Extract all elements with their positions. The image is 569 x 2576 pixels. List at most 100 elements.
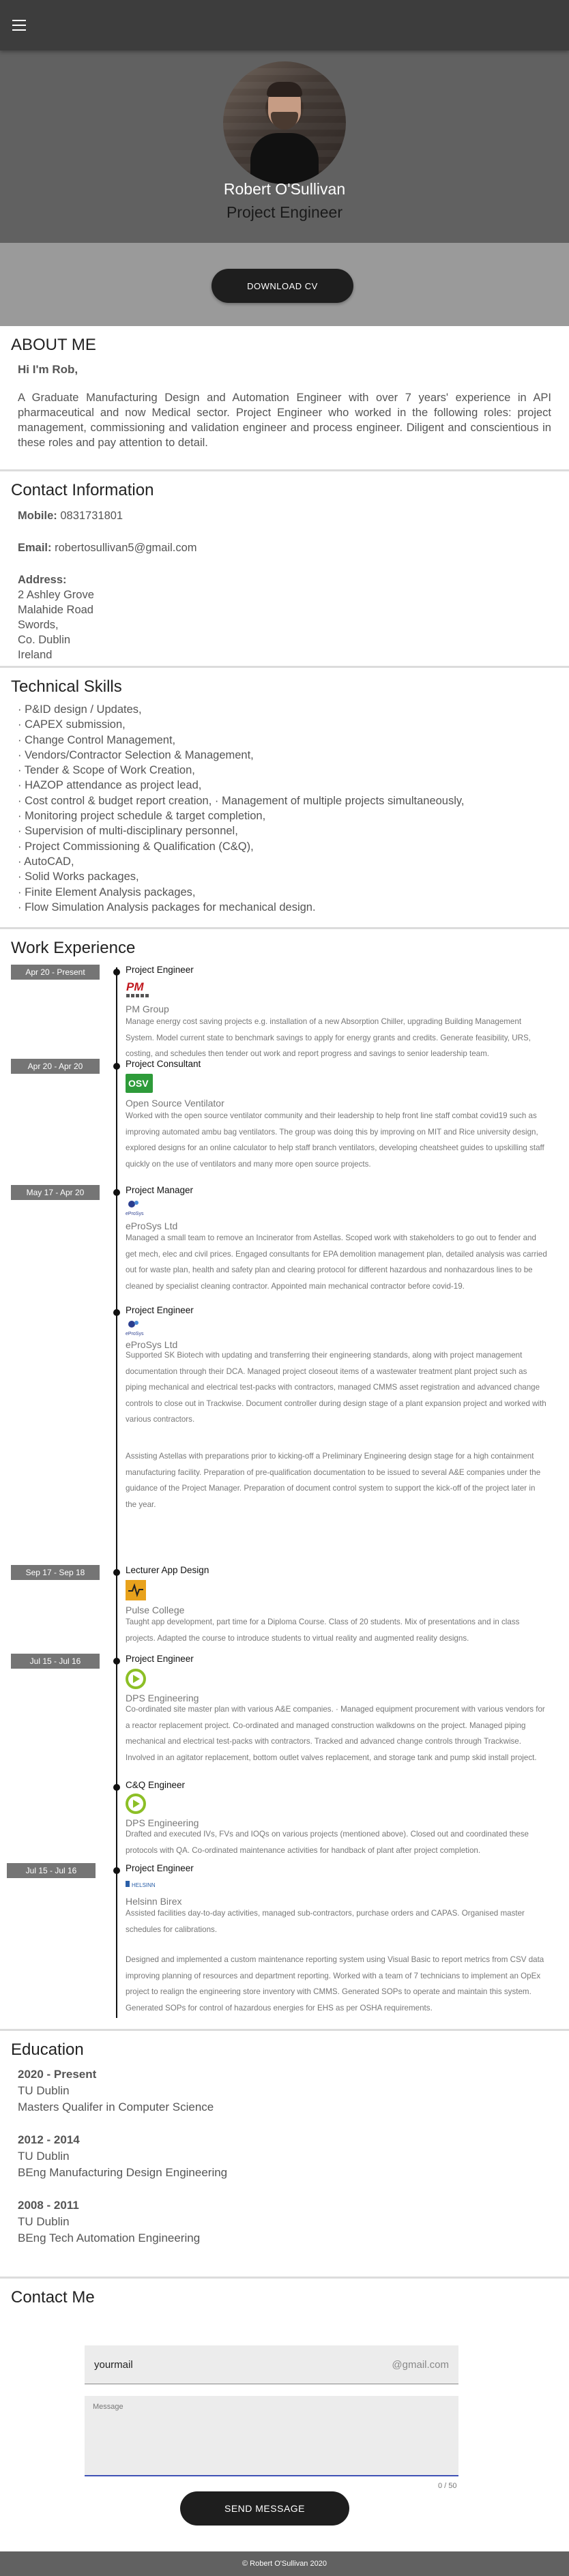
education-item: 2012 - 2014 TU Dublin BEng Manufacturing…: [18, 2132, 558, 2181]
skill-item: · AutoCAD,: [18, 855, 74, 868]
osv-logo: OSV: [126, 1074, 153, 1096]
profile-hero: Robert O'Sullivan Project Engineer: [0, 50, 569, 243]
skill-item: · Project Commissioning & Qualification …: [18, 840, 254, 853]
job-description: Managed a small team to remove an Incine…: [126, 1233, 547, 1291]
email-value[interactable]: robertosullivan5@gmail.com: [55, 542, 196, 554]
skill-item: · Finite Element Analysis packages,: [18, 886, 196, 898]
skill-item: · CAPEX submission,: [18, 718, 126, 731]
about-greeting: Hi I'm Rob,: [18, 363, 78, 376]
svg-text:eProSys: eProSys: [126, 1332, 144, 1336]
education-item: 2008 - 2011 TU Dublin BEng Tech Automati…: [18, 2197, 558, 2246]
contact-me-section: Contact Me: [0, 2279, 569, 2307]
profile-name: Robert O'Sullivan: [223, 180, 346, 198]
email-suffix: @gmail.com: [392, 2359, 449, 2371]
date-badge: Jul 15 - Jul 16: [11, 1654, 100, 1669]
footer: © Robert O'Sullivan 2020: [0, 2551, 569, 2576]
contact-info-heading: Contact Information: [11, 481, 154, 499]
pm-group-logo: PM: [126, 980, 153, 1004]
date-badge: Apr 20 - Apr 20: [11, 1059, 100, 1074]
education-section: Education 2020 - Present TU Dublin Maste…: [0, 2031, 569, 2277]
date-badge: Apr 20 - Present: [11, 965, 100, 980]
education-school: TU Dublin: [18, 2084, 70, 2097]
job-description: Designed and implemented a custom mainte…: [126, 1955, 544, 2012]
eprosys-logo: eProSys: [126, 1199, 150, 1223]
contact-info-section: Contact Information Mobile: 0831731801 E…: [0, 471, 569, 666]
mobile-label: Mobile:: [18, 510, 57, 522]
hamburger-menu-icon[interactable]: [12, 20, 26, 31]
email-label: Email:: [18, 542, 52, 554]
skill-item: · Flow Simulation Analysis packages for …: [18, 901, 316, 913]
job-description: Assisted facilities day-to-day activitie…: [126, 1909, 525, 1934]
skills-list: · P&ID design / Updates, · CAPEX submiss…: [18, 702, 551, 915]
skill-item: · P&ID design / Updates,: [18, 703, 142, 716]
timeline-dot: [113, 1309, 120, 1316]
send-message-button[interactable]: SEND MESSAGE: [180, 2491, 349, 2526]
education-heading: Education: [11, 2040, 84, 2059]
education-school: TU Dublin: [18, 2150, 70, 2163]
email-input-value[interactable]: yourmail: [94, 2359, 133, 2371]
message-textarea[interactable]: Message: [85, 2396, 458, 2476]
timeline-dot: [113, 1569, 120, 1576]
job-description: Drafted and executed IVs, FVs and IOQs o…: [126, 1830, 529, 1855]
address-block: 2 Ashley Grove Malahide Road Swords, Co.…: [18, 587, 551, 662]
job-title: Project Engineer: [126, 1863, 194, 1873]
company-name: Open Source Ventilator: [126, 1098, 224, 1109]
skill-item: · Supervision of multi-disciplinary pers…: [18, 825, 238, 838]
timeline-dot: [113, 969, 120, 976]
timeline-line: [116, 967, 117, 2018]
address-line: Co. Dublin: [18, 634, 71, 646]
mobile-row: Mobile: 0831731801: [18, 508, 551, 523]
date-badge: Jul 15 - Jul 16: [7, 1863, 96, 1878]
job-title: Project Consultant: [126, 1059, 201, 1069]
education-course: BEng Manufacturing Design Engineering: [18, 2166, 228, 2179]
education-years: 2020 - Present: [18, 2068, 97, 2081]
education-years: 2012 - 2014: [18, 2133, 80, 2146]
dps-logo: [126, 1669, 146, 1693]
job-title: Project Engineer: [126, 1305, 194, 1315]
job-description: Supported SK Biotech with updating and t…: [126, 1351, 546, 1424]
about-section: ABOUT ME Hi I'm Rob, A Graduate Manufact…: [0, 326, 569, 469]
about-heading: ABOUT ME: [11, 336, 96, 354]
skill-item: · Monitoring project schedule & target c…: [18, 810, 266, 823]
work-heading: Work Experience: [11, 939, 136, 957]
skills-section: Technical Skills · P&ID design / Updates…: [0, 668, 569, 927]
education-years: 2008 - 2011: [18, 2199, 79, 2212]
job-description: Manage energy cost saving projects e.g. …: [126, 1017, 531, 1058]
skill-item: · HAZOP attendance as project lead,: [18, 779, 202, 792]
timeline-dot: [113, 1867, 120, 1874]
svg-text:eProSys: eProSys: [126, 1212, 144, 1216]
address-line: 2 Ashley Grove: [18, 589, 94, 601]
download-cv-button[interactable]: DOWNLOAD CV: [211, 269, 353, 303]
mobile-value[interactable]: 0831731801: [60, 510, 123, 522]
job-title: Project Engineer: [126, 1654, 194, 1664]
helsinn-logo: HELSINN: [126, 1879, 166, 1892]
job-title: Project Manager: [126, 1185, 194, 1195]
email-row: Email: robertosullivan5@gmail.com: [18, 540, 551, 555]
address-line: Malahide Road: [18, 604, 93, 616]
job-description: Taught app development, part time for a …: [126, 1618, 520, 1643]
pulse-college-logo: [126, 1580, 146, 1604]
job-title: Lecturer App Design: [126, 1565, 209, 1575]
svg-text:OSV: OSV: [128, 1078, 149, 1089]
job-description: Co-ordinated site master plan with vario…: [126, 1705, 545, 1762]
skill-item: · Cost control & budget report creation,…: [18, 794, 465, 807]
app-bar: [0, 0, 569, 50]
timeline-dot: [113, 1658, 120, 1665]
address-line: Ireland: [18, 649, 53, 661]
education-item: 2020 - Present TU Dublin Masters Qualife…: [18, 2066, 558, 2116]
skill-item: · Change Control Management,: [18, 733, 176, 746]
date-badge: Sep 17 - Sep 18: [11, 1565, 100, 1580]
education-course: Masters Qualifer in Computer Science: [18, 2101, 214, 2113]
job-description: Worked with the open source ventilator c…: [126, 1111, 544, 1169]
company-name: PM Group: [126, 1004, 169, 1014]
email-input[interactable]: yourmail @gmail.com: [85, 2345, 458, 2384]
message-label: Message: [93, 2403, 123, 2411]
skill-item: · Tender & Scope of Work Creation,: [18, 764, 195, 777]
timeline-dot: [113, 1784, 120, 1791]
download-band: DOWNLOAD CV: [0, 243, 569, 326]
contact-me-heading: Contact Me: [11, 2288, 95, 2307]
work-section: Work Experience Apr 20 - Present Project…: [0, 929, 569, 2029]
timeline-dot: [113, 1189, 120, 1196]
address-line: Swords,: [18, 619, 59, 631]
character-counter: 0 / 50: [438, 2482, 457, 2490]
